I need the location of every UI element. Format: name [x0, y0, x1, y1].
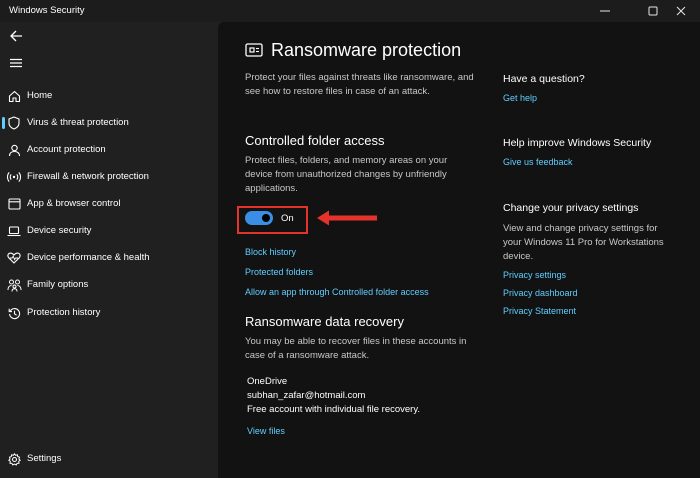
sidebar-item-account[interactable]: Account protection: [0, 138, 218, 162]
hamburger-icon: [10, 58, 22, 68]
privacy-description: View and change privacy settings for you…: [503, 223, 664, 262]
intro-text: Protect your files against threats like …: [245, 72, 474, 97]
sidebar-item-device-performance[interactable]: Device performance & health: [0, 246, 218, 270]
sidebar-item-firewall[interactable]: Firewall & network protection: [0, 165, 218, 189]
privacy-statement-link[interactable]: Privacy Statement: [503, 306, 576, 316]
privacy-heading: Change your privacy settings: [503, 202, 639, 214]
shield-icon: [6, 115, 22, 131]
sidebar-item-device-security[interactable]: Device security: [0, 219, 218, 243]
person-icon: [6, 142, 22, 158]
sidebar-item-label: Account protection: [27, 144, 106, 155]
get-help-link[interactable]: Get help: [503, 93, 537, 103]
settings-label: Settings: [27, 453, 62, 464]
page-title: Ransomware protection: [271, 39, 462, 60]
sidebar-item-label: Protection history: [27, 307, 101, 318]
minimize-icon: [600, 10, 610, 12]
allow-app-link[interactable]: Allow an app through Controlled folder a…: [245, 287, 429, 297]
recovery-description: You may be able to recover files in thes…: [245, 336, 467, 361]
red-arrow-annotation: [317, 210, 377, 226]
recovery-heading: Ransomware data recovery: [245, 314, 404, 329]
account-type: Free account with individual file recove…: [247, 404, 421, 415]
sidebar-item-virus-threat[interactable]: Virus & threat protection: [0, 111, 218, 135]
protected-folders-link[interactable]: Protected folders: [245, 267, 313, 277]
sidebar: Home Virus & threat protection Account p…: [0, 22, 218, 478]
close-button[interactable]: [662, 0, 700, 22]
back-arrow-icon: [10, 30, 22, 42]
cfa-toggle[interactable]: [245, 211, 273, 225]
provider-name: OneDrive: [247, 376, 288, 387]
sidebar-item-label: Family options: [27, 279, 89, 290]
improve-heading: Help improve Windows Security: [503, 137, 652, 149]
privacy-dashboard-link[interactable]: Privacy dashboard: [503, 288, 578, 298]
sidebar-item-label: Virus & threat protection: [27, 117, 129, 128]
active-indicator: [2, 117, 5, 129]
cfa-heading: Controlled folder access: [245, 133, 385, 148]
view-files-link[interactable]: View files: [247, 426, 285, 436]
sidebar-item-settings[interactable]: Settings: [0, 447, 218, 471]
account-email: subhan_zafar@hotmail.com: [247, 390, 366, 401]
family-icon: [6, 277, 22, 293]
app-window-icon: [6, 196, 22, 212]
ransomware-icon: [245, 42, 263, 58]
sidebar-item-label: App & browser control: [27, 198, 121, 209]
menu-button[interactable]: [6, 53, 26, 73]
laptop-icon: [6, 223, 22, 239]
wifi-icon: [6, 169, 22, 185]
sidebar-item-label: Device performance & health: [27, 252, 150, 263]
sidebar-item-label: Device security: [27, 225, 92, 236]
sidebar-item-family[interactable]: Family options: [0, 273, 218, 297]
sidebar-item-label: Firewall & network protection: [27, 171, 149, 182]
home-icon: [6, 88, 22, 104]
heart-icon: [6, 250, 22, 266]
sidebar-item-home[interactable]: Home: [0, 84, 218, 108]
close-icon: [676, 6, 686, 16]
sidebar-item-app-browser[interactable]: App & browser control: [0, 192, 218, 216]
history-icon: [6, 305, 22, 321]
sidebar-item-label: Home: [27, 90, 53, 101]
gear-icon: [6, 451, 22, 467]
title-bar: Windows Security: [0, 0, 700, 22]
privacy-settings-link[interactable]: Privacy settings: [503, 270, 566, 280]
question-heading: Have a question?: [503, 73, 585, 85]
maximize-icon: [648, 6, 658, 16]
page-header: Ransomware protection: [245, 38, 461, 62]
sidebar-item-protection-history[interactable]: Protection history: [0, 301, 218, 325]
toggle-knob: [262, 214, 270, 222]
feedback-link[interactable]: Give us feedback: [503, 157, 573, 167]
toggle-state-label: On: [281, 213, 294, 224]
window-title: Windows Security: [9, 5, 85, 16]
block-history-link[interactable]: Block history: [245, 247, 296, 257]
minimize-button[interactable]: [586, 0, 624, 22]
back-button[interactable]: [6, 26, 26, 46]
cfa-description: Protect files, folders, and memory areas…: [245, 155, 448, 194]
